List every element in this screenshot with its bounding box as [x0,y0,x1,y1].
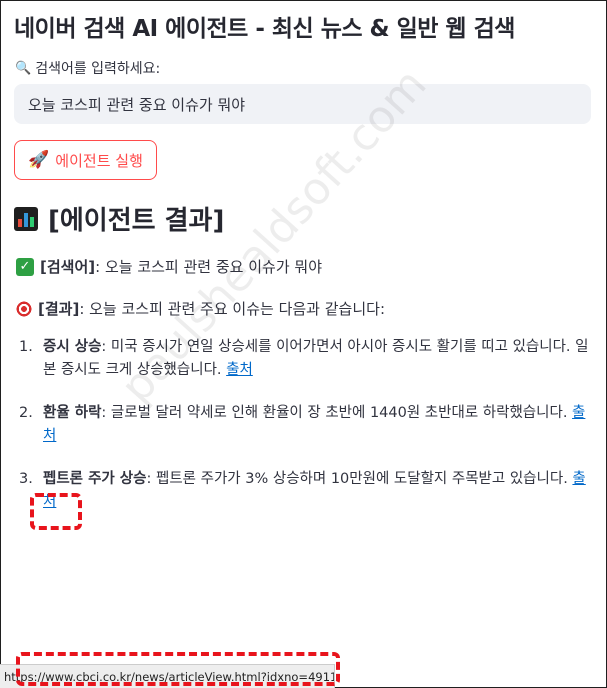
answer-text: [결과]: 오늘 코스피 관련 주요 이슈는 다음과 같습니다: [38,298,385,319]
result-heading: [에이전트 결과] [14,200,224,237]
item-number: 1. [19,339,33,355]
answer-line: [결과]: 오늘 코스피 관련 주요 이슈는 다음과 같습니다: [16,298,385,319]
status-bar-url: https://www.cbci.co.kr/news/articleView.… [0,664,335,688]
answer-key: [결과] [38,300,80,318]
item-text: : 글로벌 달러 약세로 인해 환율이 장 초반에 1440원 초반대로 하락했… [101,405,573,421]
query-value: : 오늘 코스피 관련 중요 이슈가 뭐야 [95,258,322,276]
search-label: 🔍 검색어를 입력하세요: [15,58,160,78]
item-text: : 펩트론 주가가 3% 상승하며 10만원에 도달할지 주목받고 있습니다. [146,471,573,487]
run-agent-button-label: 에이전트 실행 [55,151,143,170]
query-key: [검색어] [40,258,96,276]
item-number: 3. [19,471,33,487]
results-list: 1. 증시 상승: 미국 증시가 연일 상승세를 이어가면서 아시아 증시도 활… [16,336,596,514]
bar-chart-icon [14,206,38,231]
rocket-icon: 🚀 [28,150,50,170]
page-title: 네이버 검색 AI 에이전트 - 최신 뉴스 & 일반 웹 검색 [14,16,515,42]
item-text: : 미국 증시가 연일 상승세를 이어가면서 아시아 증시도 활기를 띠고 있습… [43,339,589,378]
item-title: 펩트론 주가 상승 [43,471,147,487]
result-item-1: 1. 증시 상승: 미국 증시가 연일 상승세를 이어가면서 아시아 증시도 활… [16,336,596,382]
item-number: 2. [19,405,33,421]
answer-value: : 오늘 코스피 관련 주요 이슈는 다음과 같습니다: [79,300,385,318]
target-icon [16,300,32,317]
result-item-3: 3. 펩트론 주가 상승: 펩트론 주가가 3% 상승하며 10만원에 도달할지… [16,468,596,514]
result-heading-text: [에이전트 결과] [48,206,225,236]
result-item-2: 2. 환율 하락: 글로벌 달러 약세로 인해 환율이 장 초반에 1440원 … [16,402,596,448]
source-link[interactable]: 출처 [226,362,253,378]
check-icon: ✓ [16,257,34,276]
item-title: 환율 하락 [43,405,102,421]
query-text: [검색어]: 오늘 코스피 관련 중요 이슈가 뭐야 [40,256,322,277]
magnifier-icon: 🔍 [15,60,32,76]
query-line: ✓ [검색어]: 오늘 코스피 관련 중요 이슈가 뭐야 [16,256,322,277]
run-agent-button[interactable]: 🚀 에이전트 실행 [14,140,157,180]
item-title: 증시 상승 [43,339,102,355]
search-label-text: 검색어를 입력하세요: [35,61,161,77]
search-input[interactable] [14,84,591,124]
